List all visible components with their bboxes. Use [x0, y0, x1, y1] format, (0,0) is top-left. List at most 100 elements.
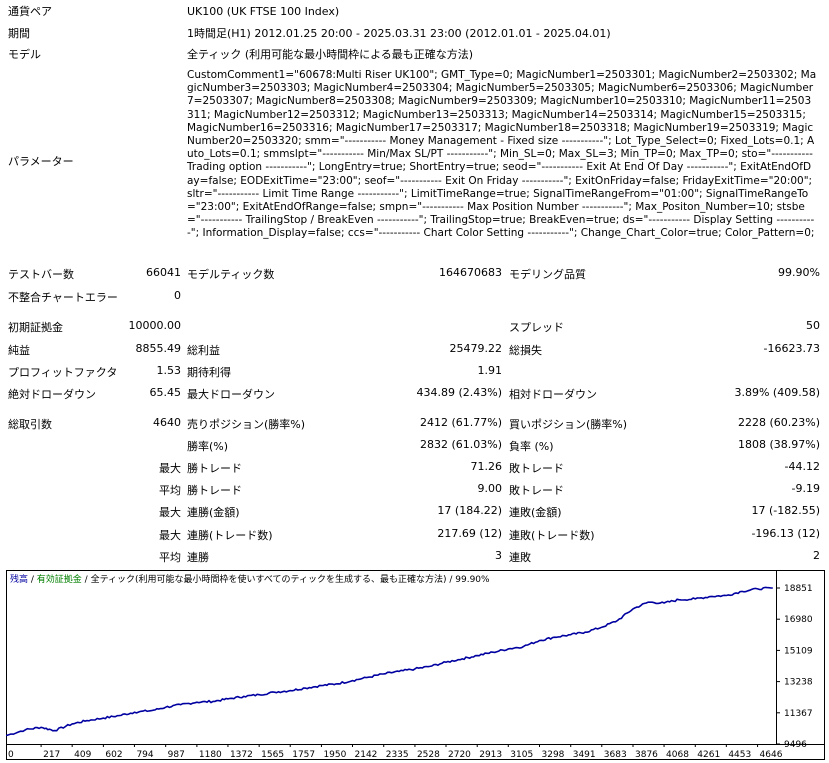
x-tick-label: 409 — [74, 750, 91, 760]
expected-label: 期待利得 — [187, 366, 231, 379]
x-tick-label: 3105 — [510, 750, 533, 760]
legend-sep-1: / — [28, 575, 37, 585]
avg-win-label: 勝トレード — [187, 484, 242, 497]
x-tick-label: 1950 — [323, 750, 346, 760]
spread-value: 50 — [806, 319, 820, 332]
largest-loss-label: 敗トレード — [509, 462, 564, 475]
x-tick-label: 3876 — [635, 750, 658, 760]
period-label: 期間 — [8, 27, 30, 40]
bars-label: テストバー数 — [8, 268, 74, 281]
mismatch-value: 0 — [174, 289, 181, 302]
x-tick-label: 4646 — [760, 750, 783, 760]
bars-value: 66041 — [146, 266, 181, 279]
legend-balance: 残高 — [10, 575, 29, 585]
legend-sep-2: / — [81, 575, 91, 585]
trades-label: 総取引数 — [8, 418, 52, 431]
series-line-balance — [5, 586, 773, 737]
largest-win-label: 勝トレード — [187, 462, 242, 475]
balance-chart: 18851 16980 15109 13238 11367 9496 0 217 409 602 7… — [5, 570, 825, 760]
x-tick-label: 3298 — [542, 750, 565, 760]
chart-legend: 残高 / 有効証拠金 / 全ティック(利用可能な最小時間枠を使いすべてのティック… — [10, 572, 490, 585]
quality-value: 99.90% — [778, 266, 820, 279]
winrate-value: 2832 (61.03%) — [419, 438, 502, 451]
x-tick-label: 4261 — [697, 750, 720, 760]
x-tick-label: 2720 — [448, 750, 471, 760]
abs-dd-label: 絶対ドローダウン — [8, 388, 96, 401]
short-value: 2412 (61.77%) — [419, 416, 502, 429]
long-label: 買いポジション(勝率%) — [509, 418, 628, 431]
params-value: CustomComment1="60678:Multi Riser UK100"… — [187, 69, 817, 240]
ticks-label: モデルティック数 — [187, 268, 275, 281]
avg-win-value: 9.00 — [477, 482, 503, 495]
period-value: 1時間足(H1) 2012.01.25 20:00 - 2025.03.31 2… — [187, 27, 611, 40]
deposit-label: 初期証拠金 — [8, 321, 63, 334]
trades-value: 4640 — [153, 416, 181, 429]
consec-win-amt-value: 17 (184.22) — [437, 504, 502, 517]
x-tick-label: 1180 — [199, 750, 222, 760]
avg-consec-win-label: 連勝 — [187, 551, 209, 564]
lossrate-value: 1808 (38.97%) — [737, 438, 820, 451]
consec-win-cnt-value: 217.69 (12) — [437, 527, 502, 540]
lossrate-label: 負率 (%) — [509, 440, 554, 453]
avg-prefix-2: 平均 — [159, 551, 181, 564]
x-tick-label: 794 — [136, 750, 153, 760]
consec-loss-cnt-value: -196.13 (12) — [751, 527, 820, 540]
y-tick-label: 16980 — [784, 615, 813, 625]
pf-value: 1.53 — [156, 364, 182, 377]
abs-dd-value: 65.45 — [149, 386, 182, 399]
largest-win-value: 71.26 — [470, 460, 503, 473]
chart-frame — [6, 570, 825, 760]
gross-loss-label: 総損失 — [509, 344, 542, 357]
net-value: 8855.49 — [135, 342, 182, 355]
x-tick-label: 1757 — [292, 750, 315, 760]
model-label: モデル — [8, 48, 41, 61]
avg-loss-label: 敗トレード — [509, 484, 564, 497]
x-tick-label: 987 — [168, 750, 185, 760]
gross-profit-value: 25479.22 — [449, 342, 503, 355]
consec-win-amt-label: 連勝(金額) — [187, 506, 240, 519]
x-tick-label: 2528 — [417, 750, 440, 760]
x-tick-label: 3683 — [604, 750, 627, 760]
max-prefix-2: 最大 — [159, 506, 181, 519]
max-prefix-3: 最大 — [159, 529, 181, 542]
y-tick-label: 18851 — [784, 584, 813, 594]
avg-consec-win-value: 3 — [495, 549, 502, 562]
long-value: 2228 (60.23%) — [737, 416, 820, 429]
avg-consec-loss-value: 2 — [813, 549, 820, 562]
x-tick-label: 2335 — [386, 750, 409, 760]
expected-value: 1.91 — [477, 364, 503, 377]
consec-win-cnt-label: 連勝(トレード数) — [187, 529, 273, 542]
largest-loss-value: -44.12 — [784, 460, 820, 473]
short-label: 売りポジション(勝率%) — [187, 418, 306, 431]
model-value: 全ティック (利用可能な最小時間枠による最も正確な方法) — [187, 48, 474, 61]
rel-dd-value: 3.89% (409.58) — [734, 386, 820, 399]
winrate-label: 勝率(%) — [187, 440, 229, 453]
params-label: パラメーター — [8, 155, 74, 168]
x-tick-label: 4453 — [728, 750, 751, 760]
y-tick-label: 11367 — [784, 709, 813, 719]
balance-chart-svg: 18851 16980 15109 13238 11367 9496 0 217 409 602 7… — [5, 570, 825, 760]
avg-prefix: 平均 — [159, 484, 181, 497]
pf-label: プロフィットファクタ — [8, 366, 118, 379]
consec-loss-amt-label: 連敗(金額) — [509, 506, 562, 519]
consec-loss-amt-value: 17 (-182.55) — [751, 504, 820, 517]
deposit-value: 10000.00 — [128, 319, 182, 332]
mismatch-label: 不整合チャートエラー — [8, 291, 118, 304]
consec-loss-cnt-label: 連敗(トレード数) — [509, 529, 595, 542]
x-tick-label: 1372 — [230, 750, 253, 760]
pair-label: 通貨ペア — [8, 5, 52, 18]
x-tick-label: 0 — [8, 750, 14, 760]
pair-value: UK100 (UK FTSE 100 Index) — [187, 5, 340, 18]
x-tick-label: 4068 — [666, 750, 689, 760]
x-tick-label: 3491 — [573, 750, 596, 760]
quality-label: モデリング品質 — [509, 268, 586, 281]
x-tick-label: 602 — [105, 750, 122, 760]
ticks-value: 164670683 — [439, 266, 502, 279]
spread-label: スプレッド — [509, 321, 564, 334]
x-tick-label: 2142 — [355, 750, 378, 760]
legend-model: 全ティック(利用可能な最小時間枠を使いすべてのティックを生成する、最も正確な方法… — [90, 575, 490, 585]
net-label: 純益 — [8, 344, 30, 357]
avg-consec-loss-label: 連敗 — [509, 551, 531, 564]
y-tick-label: 15109 — [784, 646, 813, 656]
x-tick-label: 217 — [43, 750, 60, 760]
